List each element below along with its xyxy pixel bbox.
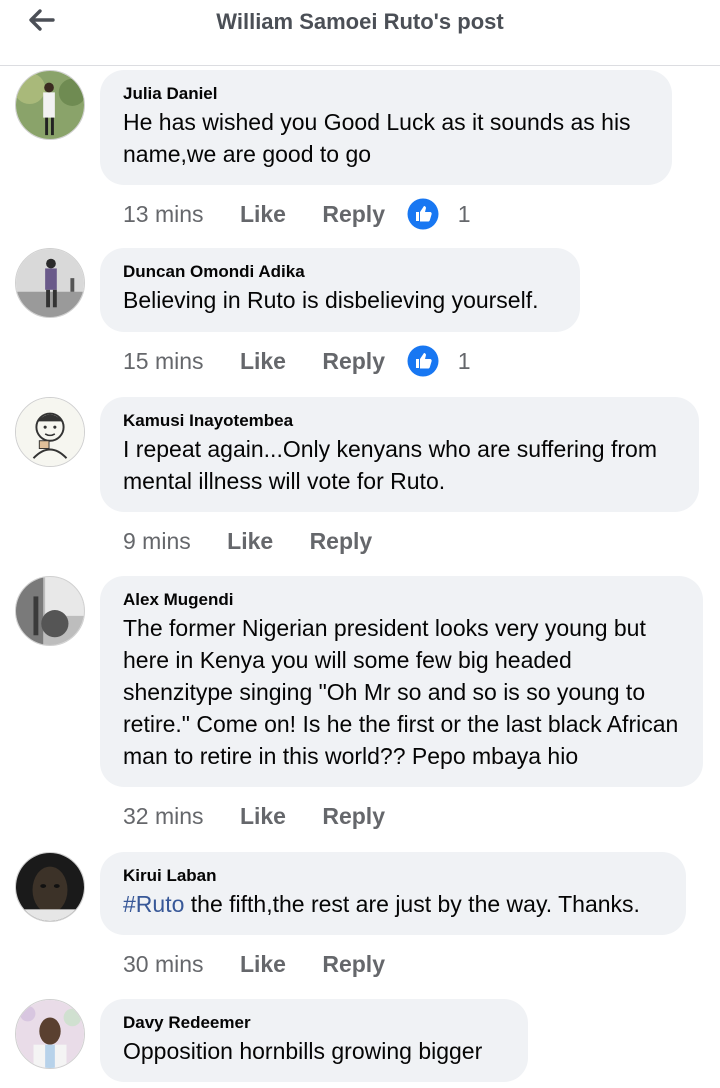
comment-actions: 30 mins Like Reply [123, 946, 385, 978]
comment-time[interactable]: 32 mins [123, 800, 204, 832]
comment-text: The former Nigerian president looks very… [123, 615, 679, 769]
like-button[interactable]: Like [240, 948, 286, 980]
comment-bubble: Davy Redeemer Opposition hornbills growi… [100, 999, 528, 1082]
comment-text: #Ruto the fifth,the rest are just by the… [123, 888, 662, 920]
comment-bubble: Kamusi Inayotembea I repeat again...Only… [100, 397, 699, 512]
comment-text: Opposition hornbills growing bigger [123, 1038, 483, 1064]
comment-author[interactable]: Kirui Laban [123, 866, 662, 886]
comment-author[interactable]: Kamusi Inayotembea [123, 411, 675, 431]
reply-button[interactable]: Reply [322, 198, 385, 230]
comment-text: Believing in Ruto is disbelieving yourse… [123, 287, 539, 313]
reaction-count: 1 [457, 347, 471, 374]
comment-bubble: Duncan Omondi Adika Believing in Ruto is… [100, 248, 580, 332]
avatar[interactable] [15, 576, 85, 646]
comment-time[interactable]: 9 mins [123, 525, 191, 557]
reply-button[interactable]: Reply [322, 948, 385, 980]
hashtag-link[interactable]: #Ruto [123, 891, 184, 917]
comment-actions: 15 mins Like Reply 1 [123, 343, 471, 377]
reply-button[interactable]: Reply [322, 800, 385, 832]
top-bar: William Samoei Ruto's post [0, 0, 720, 66]
comment-time[interactable]: 15 mins [123, 345, 204, 377]
comment-author[interactable]: Duncan Omondi Adika [123, 262, 556, 282]
comment-bubble: Kirui Laban #Ruto the fifth,the rest are… [100, 852, 686, 935]
comment-bubble: Julia Daniel He has wished you Good Luck… [100, 70, 672, 185]
avatar[interactable] [15, 397, 85, 467]
comment-actions: 32 mins Like Reply [123, 798, 385, 830]
thumbs-up-icon[interactable] [407, 345, 439, 377]
like-button[interactable]: Like [227, 525, 273, 557]
like-button[interactable]: Like [240, 198, 286, 230]
avatar[interactable] [15, 852, 85, 922]
page-title: William Samoei Ruto's post [216, 9, 504, 34]
comment-text-body: the fifth,the rest are just by the way. … [184, 891, 640, 917]
comment-actions: 9 mins Like Reply [123, 523, 372, 555]
comment-time[interactable]: 13 mins [123, 198, 204, 230]
comment-actions: 13 mins Like Reply 1 [123, 196, 471, 230]
comment-text: I repeat again...Only kenyans who are su… [123, 436, 657, 494]
comment-author[interactable]: Davy Redeemer [123, 1013, 504, 1033]
avatar[interactable] [15, 248, 85, 318]
thumbs-up-icon[interactable] [407, 198, 439, 230]
reply-button[interactable]: Reply [322, 345, 385, 377]
comment-text: He has wished you Good Luck as it sounds… [123, 109, 631, 167]
like-button[interactable]: Like [240, 345, 286, 377]
comment-author[interactable]: Alex Mugendi [123, 590, 679, 610]
avatar[interactable] [15, 70, 85, 140]
comment-bubble: Alex Mugendi The former Nigerian preside… [100, 576, 703, 787]
comment-time[interactable]: 30 mins [123, 948, 204, 980]
comment-author[interactable]: Julia Daniel [123, 84, 648, 104]
reaction-count: 1 [457, 200, 471, 227]
avatar[interactable] [15, 999, 85, 1069]
like-button[interactable]: Like [240, 800, 286, 832]
reply-button[interactable]: Reply [310, 525, 373, 557]
